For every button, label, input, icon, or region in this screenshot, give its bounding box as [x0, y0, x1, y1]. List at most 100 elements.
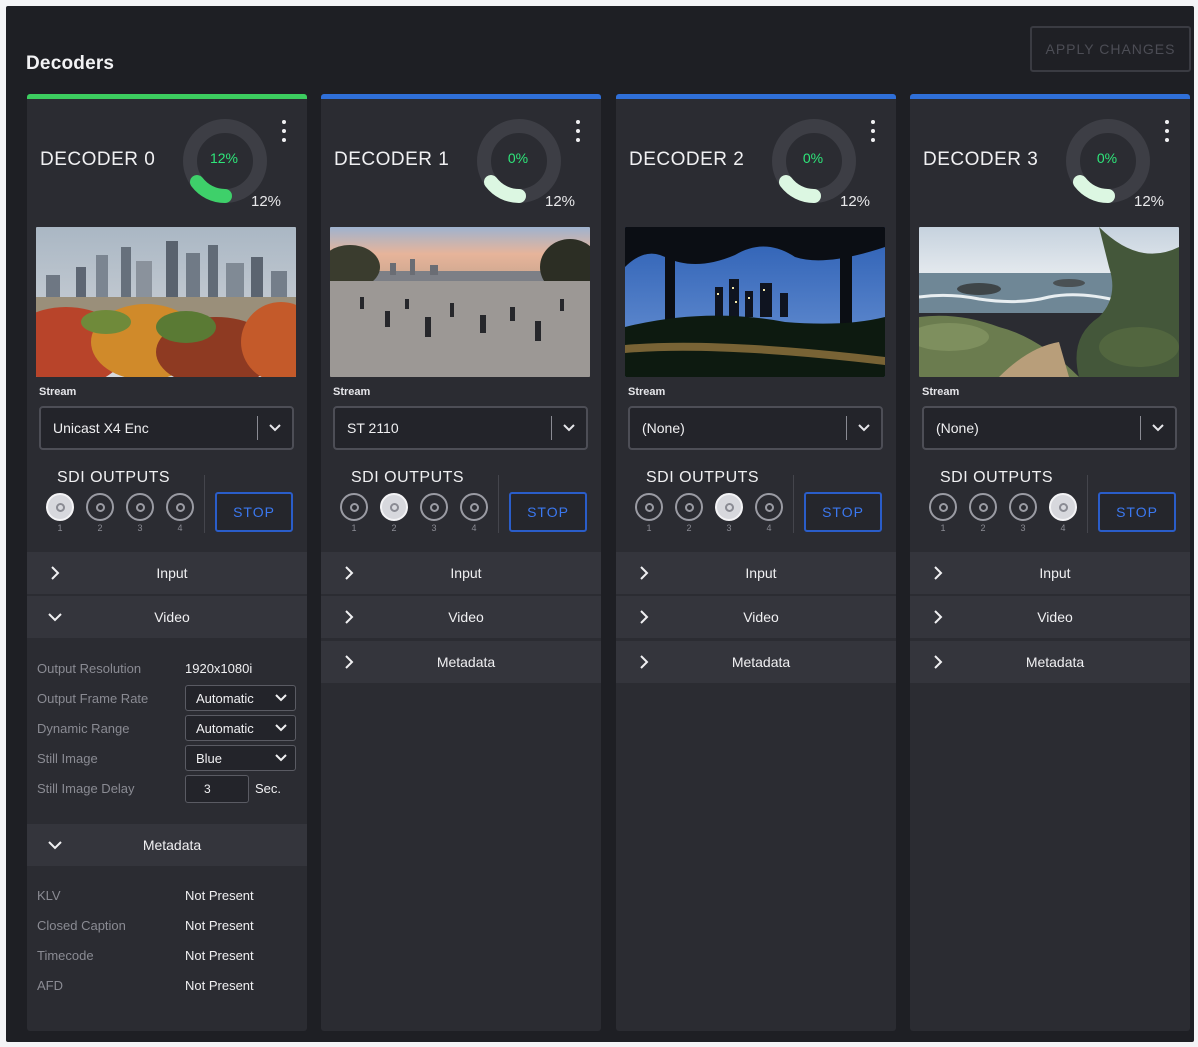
afd-label: AFD [37, 978, 63, 993]
stop-button[interactable]: STOP [1098, 492, 1176, 532]
stream-thumbnail-plaza [330, 227, 590, 377]
timecode-label: Timecode [37, 948, 94, 963]
accordion-video[interactable]: Video [616, 596, 896, 638]
frame-rate-select[interactable]: Automatic [185, 685, 296, 711]
accordion-label: Video [154, 609, 190, 625]
divider [793, 475, 794, 533]
afd-value: Not Present [185, 978, 254, 993]
stream-select-value: (None) [642, 420, 685, 436]
more-menu-icon[interactable] [1161, 120, 1173, 142]
status-bar-active [27, 94, 307, 99]
sdi-output-2[interactable]: 2 [674, 493, 704, 533]
accordion-video[interactable]: Video [321, 596, 601, 638]
stop-button[interactable]: STOP [509, 492, 587, 532]
more-menu-icon[interactable] [867, 120, 879, 142]
sdi-output-4[interactable]: 4 [754, 493, 784, 533]
dynamic-range-label: Dynamic Range [37, 721, 130, 736]
decoder-name: DECODER 3 [923, 149, 1039, 170]
accordion-label: Input [1039, 565, 1071, 581]
gauge-percent: 0% [1096, 150, 1118, 166]
sdi-output-group: 1 2 3 4 [928, 493, 1078, 533]
accordion-label: Input [156, 565, 188, 581]
chevron-down-icon [275, 694, 287, 702]
decoder-name: DECODER 2 [629, 149, 745, 170]
closed-caption-value: Not Present [185, 918, 254, 933]
still-image-select[interactable]: Blue [185, 745, 296, 771]
sdi-output-2[interactable]: 2 [85, 493, 115, 533]
sdi-output-group: 1 2 3 4 [634, 493, 784, 533]
still-delay-unit: Sec. [255, 781, 282, 796]
gauge-subtext: 12% [840, 193, 871, 210]
decoder-card-1: DECODER 1 0% 12% Stream ST 2110 SDI OUTP… [321, 94, 601, 1031]
stream-select[interactable]: ST 2110 [333, 406, 588, 450]
accordion-label: Metadata [1025, 654, 1085, 670]
status-bar-idle [616, 94, 896, 99]
gauge-percent: 0% [507, 150, 529, 166]
chevron-down-icon [275, 754, 287, 762]
accordion-input[interactable]: Input [910, 552, 1190, 594]
sdi-output-4[interactable]: 4 [1048, 493, 1078, 533]
accordion-input[interactable]: Input [321, 552, 601, 594]
status-bar-idle [910, 94, 1190, 99]
accordion-input[interactable]: Input [27, 552, 307, 594]
sdi-output-group: 1 2 3 4 [45, 493, 195, 533]
sdi-output-3[interactable]: 3 [1008, 493, 1038, 533]
stream-thumbnail-coast [919, 227, 1179, 377]
gauge-subtext: 12% [1134, 193, 1165, 210]
accordion-metadata[interactable]: Metadata [616, 641, 896, 683]
stream-select-value: Unicast X4 Enc [53, 420, 149, 436]
sdi-output-4[interactable]: 4 [165, 493, 195, 533]
sdi-output-4[interactable]: 4 [459, 493, 489, 533]
stop-button[interactable]: STOP [804, 492, 882, 532]
divider [1087, 475, 1088, 533]
accordion-label: Video [448, 609, 484, 625]
stream-select-value: ST 2110 [347, 420, 399, 436]
sdi-output-1[interactable]: 1 [45, 493, 75, 533]
accordion-video[interactable]: Video [910, 596, 1190, 638]
stream-select[interactable]: (None) [628, 406, 883, 450]
more-menu-icon[interactable] [572, 120, 584, 142]
accordion-metadata[interactable]: Metadata [27, 824, 307, 866]
more-menu-icon[interactable] [278, 120, 290, 142]
output-resolution-value: 1920x1080i [185, 661, 253, 676]
chevron-down-icon [847, 423, 881, 433]
sdi-output-1[interactable]: 1 [928, 493, 958, 533]
gauge-percent: 12% [209, 150, 239, 166]
stream-label: Stream [628, 386, 666, 398]
stream-label: Stream [922, 386, 960, 398]
stream-select[interactable]: Unicast X4 Enc [39, 406, 294, 450]
sdi-outputs-title: SDI OUTPUTS [57, 469, 171, 486]
stream-select[interactable]: (None) [922, 406, 1177, 450]
still-delay-input[interactable] [185, 775, 249, 803]
sdi-output-1[interactable]: 1 [339, 493, 369, 533]
accordion-input[interactable]: Input [616, 552, 896, 594]
decoder-name: DECODER 0 [40, 149, 156, 170]
decoder-card-2: DECODER 2 0% 12% Stream (None) SDI OUTPU… [616, 94, 896, 1031]
dynamic-range-select[interactable]: Automatic [185, 715, 296, 741]
accordion-metadata[interactable]: Metadata [910, 641, 1190, 683]
stream-select-value: (None) [936, 420, 979, 436]
klv-label: KLV [37, 888, 61, 903]
stop-button[interactable]: STOP [215, 492, 293, 532]
sdi-output-1[interactable]: 1 [634, 493, 664, 533]
output-resolution-label: Output Resolution [37, 661, 142, 676]
sdi-output-3[interactable]: 3 [714, 493, 744, 533]
gauge-subtext: 12% [545, 193, 576, 210]
accordion-video[interactable]: Video [27, 596, 307, 638]
gauge-subtext: 12% [251, 193, 282, 210]
still-image-label: Still Image [37, 751, 98, 766]
accordion-label: Input [450, 565, 482, 581]
sdi-output-2[interactable]: 2 [968, 493, 998, 533]
stream-label: Stream [333, 386, 371, 398]
accordion-label: Metadata [731, 654, 791, 670]
gauge-percent: 0% [802, 150, 824, 166]
sdi-output-3[interactable]: 3 [125, 493, 155, 533]
apply-changes-button[interactable]: APPLY CHANGES [1030, 26, 1191, 72]
accordion-metadata[interactable]: Metadata [321, 641, 601, 683]
sdi-output-3[interactable]: 3 [419, 493, 449, 533]
closed-caption-label: Closed Caption [37, 918, 126, 933]
sdi-output-2[interactable]: 2 [379, 493, 409, 533]
decoder-card-0: DECODER 0 12% 12% Stream Unicast X4 Enc … [27, 94, 307, 1031]
accordion-label: Input [745, 565, 777, 581]
page-title: Decoders [26, 53, 115, 74]
